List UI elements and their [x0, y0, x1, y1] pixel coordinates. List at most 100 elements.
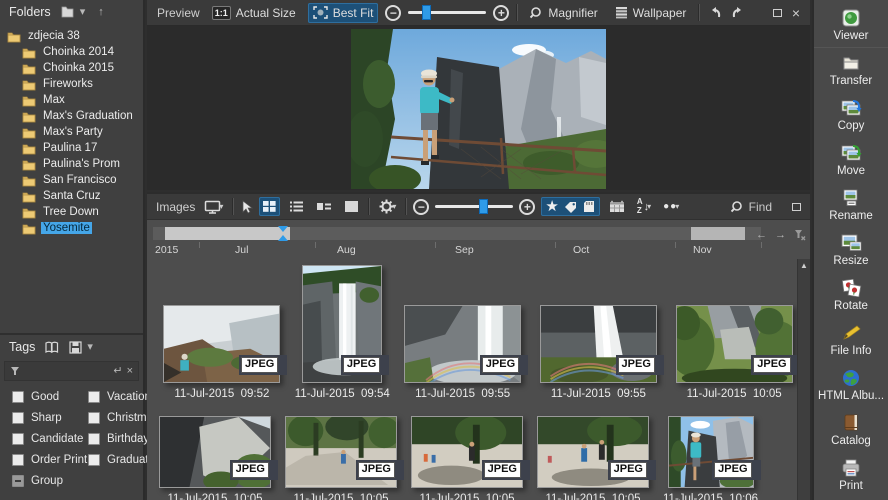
sidebar-item-html-album[interactable]: HTML Albu... — [814, 363, 888, 408]
folder-item-paulinas-prom[interactable]: Paulina's Prom — [0, 156, 143, 172]
rotate-right-icon[interactable] — [730, 6, 746, 20]
scroll-up-icon[interactable]: ▲ — [800, 262, 808, 500]
folder-item-yosemite[interactable]: Yosemite — [0, 220, 143, 236]
viewer-icon — [842, 9, 860, 26]
sidebar-item-catalog[interactable]: Catalog — [814, 408, 888, 453]
compare-button[interactable]: ●● ▾ — [660, 198, 682, 215]
select-cursor-icon[interactable] — [240, 199, 254, 214]
tag-filter-clear-icon[interactable]: × — [127, 365, 133, 377]
timeline-range-2[interactable] — [691, 227, 745, 240]
sidebar-item-file-info[interactable]: File Info — [814, 318, 888, 363]
save-tags-caret-icon[interactable]: ▾ — [87, 341, 93, 353]
sort-button[interactable]: AZ ↓ ▾ — [634, 195, 654, 218]
checkbox-icon — [12, 454, 24, 466]
calendar-filter-button[interactable] — [606, 197, 628, 216]
sidebar-item-rename[interactable]: Rename — [814, 183, 888, 228]
folder-item-max[interactable]: Max — [0, 92, 143, 108]
zoom-in-button[interactable]: + — [493, 4, 510, 21]
magnifier-label: Magnifier — [548, 5, 598, 20]
folder-item-tree-down[interactable]: Tree Down — [0, 204, 143, 220]
rotate-left-icon[interactable] — [707, 6, 723, 20]
timeline-filter-clear-icon[interactable] — [794, 229, 806, 241]
thumbnail-image-2[interactable]: JPEG — [302, 265, 390, 383]
folders-title: Folders — [9, 5, 51, 19]
slider-handle[interactable] — [479, 199, 489, 214]
thumbnail-image-9[interactable]: JPEG — [537, 416, 656, 488]
view-large-button[interactable] — [341, 197, 362, 216]
timeline-marker-bottom-icon[interactable] — [278, 235, 288, 241]
sidebar-item-viewer[interactable]: Viewer — [814, 3, 888, 48]
thumbnail-image-4[interactable]: JPEG — [539, 305, 664, 383]
folder-tools-icon[interactable] — [60, 5, 75, 19]
magnifier-button[interactable]: Magnifier — [525, 3, 602, 23]
timeline-forward-icon[interactable]: → — [775, 229, 786, 241]
view-details-button[interactable] — [313, 197, 335, 216]
sidebar-item-move[interactable]: Move — [814, 138, 888, 183]
folder-item-paulina-17[interactable]: Paulina 17 — [0, 140, 143, 156]
folder-item-san-francisco[interactable]: San Francisco — [0, 172, 143, 188]
tag-checkbox-sharp[interactable]: Sharp — [12, 412, 88, 424]
folder-item-choinka-2015[interactable]: Choinka 2015 — [0, 60, 143, 76]
timeline-selected-range[interactable] — [165, 227, 290, 240]
thumbnail-image-7[interactable]: JPEG — [285, 416, 404, 488]
save-tags-icon[interactable] — [69, 340, 83, 354]
folder-item-fireworks[interactable]: Fireworks — [0, 76, 143, 92]
folder-item-maxs-party[interactable]: Max's Party — [0, 124, 143, 140]
folder-up-icon[interactable]: ↑ — [98, 6, 104, 18]
sidebar-item-resize[interactable]: Resize — [814, 228, 888, 273]
rating-toggle-icon[interactable]: ★ — [545, 199, 558, 214]
sidebar-item-print[interactable]: Print — [814, 453, 888, 498]
sidebar-item-rotate[interactable]: Rotate — [814, 273, 888, 318]
images-title: Images — [156, 199, 196, 214]
tag-filter-apply-icon[interactable]: ↵ — [113, 365, 122, 377]
timeline-bar[interactable] — [153, 226, 761, 241]
jpeg-badge: JPEG — [481, 460, 530, 480]
thumb-size-slider[interactable] — [435, 199, 514, 214]
tag-checkbox-good[interactable]: Good — [12, 391, 88, 403]
thumb-size-decrease-button[interactable]: − — [413, 198, 430, 215]
folder-tools-caret-icon[interactable]: ▾ — [80, 6, 86, 18]
folder-item-maxs-graduation[interactable]: Max's Graduation — [0, 108, 143, 124]
thumbnail-image-1[interactable]: JPEG — [163, 305, 288, 383]
sidebar-item-transfer[interactable]: Transfer — [814, 48, 888, 93]
memory-card-toggle-icon[interactable] — [582, 200, 596, 213]
thumbnail-image-8[interactable]: JPEG — [411, 416, 530, 488]
images-maximize-button[interactable] — [792, 202, 801, 211]
detail-view-icon — [317, 203, 332, 210]
tag-toggle-icon[interactable] — [563, 200, 578, 214]
preview-maximize-button[interactable] — [772, 8, 782, 17]
actual-size-button[interactable]: 1:1 Actual Size — [207, 3, 301, 23]
find-button[interactable]: Find — [730, 200, 772, 214]
vertical-scrollbar[interactable]: ▲ — [797, 259, 810, 500]
folder-item-choinka-2014[interactable]: Choinka 2014 — [0, 44, 143, 60]
sidebar-item-copy[interactable]: Copy — [814, 93, 888, 138]
timeline-back-icon[interactable]: ← — [756, 229, 767, 241]
tag-book-icon[interactable] — [44, 341, 60, 354]
zoom-out-button[interactable]: − — [385, 4, 402, 21]
wallpaper-button[interactable]: Wallpaper — [610, 3, 692, 23]
view-thumbnails-button[interactable] — [259, 197, 281, 216]
tag-checkbox-group[interactable]: Group — [12, 475, 88, 487]
thumbnail-image-5[interactable]: JPEG — [675, 305, 797, 383]
thumbnail-image-10[interactable]: JPEG — [667, 416, 761, 488]
preview-zoom-slider[interactable] — [408, 5, 487, 20]
view-list-button[interactable] — [286, 197, 307, 216]
preview-close-button[interactable]: × — [792, 6, 800, 20]
thumbnail-settings-button[interactable]: ▾ — [376, 196, 399, 217]
folder-item-root[interactable]: zdjecia 38 — [0, 28, 143, 44]
tag-checkbox-order-print[interactable]: Order Print — [12, 454, 88, 466]
tag-checkbox-grid: Good Vacation Sharp Christmas Candidate … — [0, 383, 164, 487]
thumbnail-row-1: JPEG 11-Jul-2015 09:52 JPEG 11-Jul-2015 … — [147, 265, 797, 400]
timeline-marker-top-icon[interactable] — [278, 226, 288, 232]
tag-filter-bar[interactable]: ↵ × — [4, 361, 139, 381]
thumbnail-image-3[interactable]: JPEG — [404, 305, 529, 383]
folder-item-santa-cruz[interactable]: Santa Cruz — [0, 188, 143, 204]
best-fit-button[interactable]: Best Fit — [307, 2, 379, 23]
jpeg-badge-label: JPEG — [609, 462, 647, 478]
slider-handle[interactable] — [422, 5, 432, 20]
tag-checkbox-candidate[interactable]: Candidate — [12, 433, 88, 445]
display-mode-button[interactable]: ▾ — [201, 197, 226, 217]
preview-viewport[interactable] — [147, 27, 810, 190]
thumbnail-image-6[interactable]: JPEG — [159, 416, 278, 488]
thumb-size-increase-button[interactable]: + — [519, 198, 536, 215]
